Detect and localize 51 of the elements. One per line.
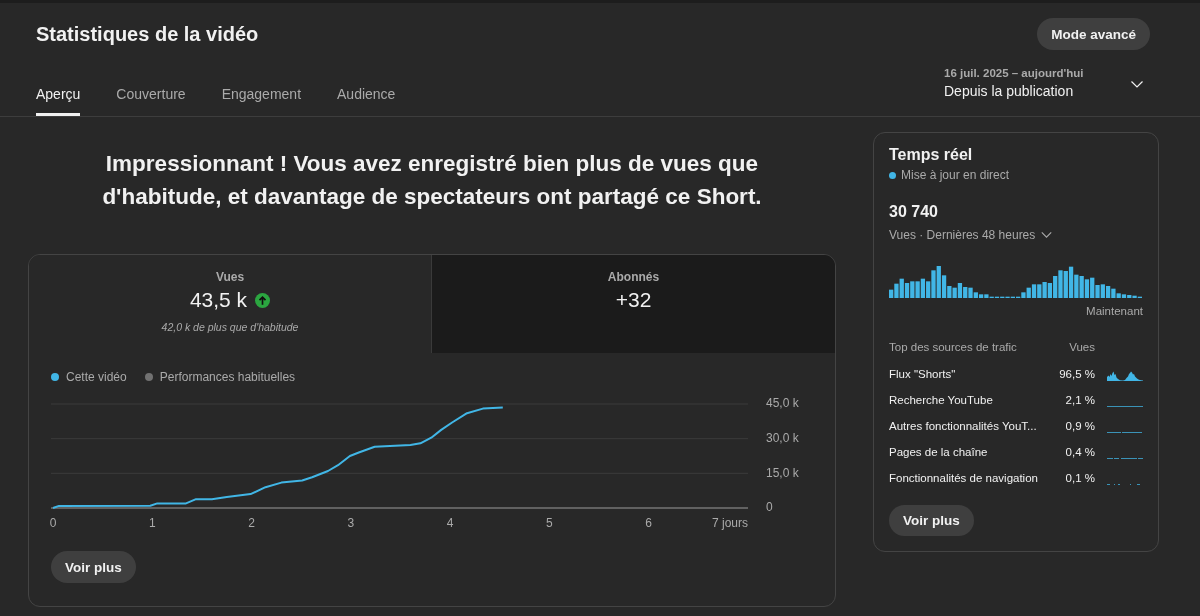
axis-tick-label: 1 [148,516,156,531]
source-share: 2,1 % [1064,393,1095,408]
axis-tick-label: 0 [766,500,773,515]
source-name: Fonctionnalités de navigation [889,471,1039,486]
axis-tick-label: 2 [248,516,255,531]
sparkline [1107,483,1143,485]
see-more-button[interactable]: Voir plus [889,505,974,536]
tab[interactable]: Audience [337,84,396,116]
metric-tab[interactable]: Vues 43,5 k 42,0 k de plus que d'habitude [29,255,432,353]
axis-tick-label: 30,0 k [766,430,799,445]
chevron-down-icon [1131,81,1143,88]
column-header: Top des sources de trafic [889,340,1018,355]
source-name: Flux "Shorts" [889,367,957,382]
source-name: Autres fonctionnalités YouT... [889,419,1038,434]
axis-label: Maintenant [1085,304,1143,319]
panel-title: Temps réel [889,145,974,165]
metric-dropdown[interactable]: Vues · Dernières 48 heures [889,226,1053,244]
axis-tick-label: 6 [645,516,653,531]
axis-tick-label: 3 [347,516,355,531]
axis-tick-label: 0 [49,516,57,531]
column-header: Vues [1068,340,1095,355]
axis-tick-label: 15,0 k [766,465,799,480]
axis-tick-label: 4 [446,516,454,531]
page-title: Statistiques de la vidéo [36,22,259,47]
legend-label: Performances habituelles [159,369,296,385]
date-range-dropdown[interactable]: 16 juil. 2025 – aujourd'hui Depuis la publication [944,64,1150,101]
source-name: Recherche YouTube [889,393,994,408]
view-count: 30 740 [889,202,939,222]
metric-tab[interactable]: Abonnés +32 [432,255,835,353]
sparkline [1107,405,1143,407]
tab[interactable]: Engagement [221,84,302,116]
source-name: Pages de la chaîne [889,445,989,460]
source-share: 96,5 % [1058,367,1095,382]
see-more-button[interactable]: Voir plus [51,551,136,583]
legend-label: Cette vidéo [66,369,127,385]
tab[interactable]: Aperçu [36,84,81,116]
sparkline [1107,371,1143,381]
source-share: 0,4 % [1064,445,1095,460]
status-dot-icon [889,171,896,179]
tab[interactable]: Couverture [116,84,186,116]
advanced-mode-button[interactable]: Mode avancé [1037,18,1150,50]
sparkline [1107,457,1143,459]
axis-tick-label: 5 [546,516,553,531]
axis-tick-label: 7 jours [711,516,748,531]
source-share: 0,1 % [1064,471,1095,486]
headline: Impressionnant ! Vous avez enregistré bien plus de vues que d'habitude, et davantage de spectateurs ont partagé ce Short. [101,150,763,211]
sparkline [1107,431,1143,433]
source-share: 0,9 % [1064,419,1095,434]
chevron-down-icon [1041,232,1053,238]
axis-tick-label: 45,0 k [766,396,799,411]
live-status: Mise à jour en direct [901,167,1010,183]
